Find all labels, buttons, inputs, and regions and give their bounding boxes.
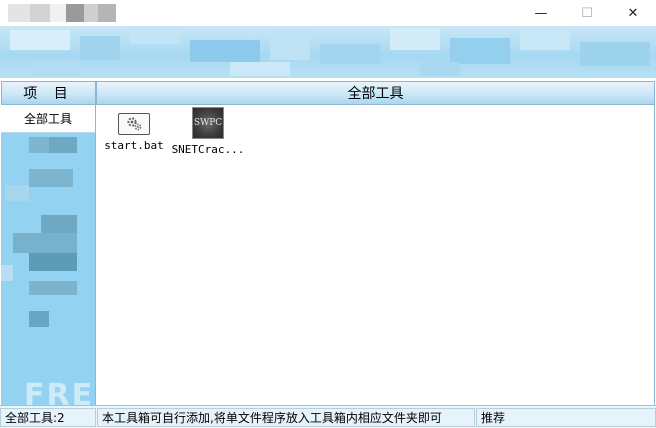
- tool-label: SNETCrac...: [171, 143, 245, 156]
- maximize-button[interactable]: ☐: [564, 0, 610, 26]
- app-window: — ☐ ✕ 项 目 全部工具 全部工具 start.bat SWPC SNETC…: [0, 0, 656, 428]
- mosaic-block: [29, 253, 77, 271]
- swpc-app-icon: SWPC: [192, 107, 224, 139]
- title-bar: — ☐ ✕: [0, 0, 656, 26]
- mosaic-block: [41, 215, 77, 233]
- mosaic-block: [29, 137, 49, 153]
- status-tool-count: 全部工具:2: [0, 408, 96, 427]
- mosaic-block: [29, 169, 73, 187]
- tools-header: 全部工具: [96, 81, 655, 105]
- tool-start-bat[interactable]: start.bat: [96, 107, 172, 152]
- banner-image: [0, 26, 656, 80]
- category-header: 项 目: [1, 81, 96, 105]
- tool-label: start.bat: [104, 139, 164, 152]
- mosaic-block: [29, 281, 77, 295]
- mosaic-block: [29, 311, 49, 327]
- minimize-button[interactable]: —: [518, 0, 564, 26]
- mosaic-block: [5, 185, 29, 201]
- gear-file-icon: [118, 113, 150, 135]
- mosaic-block: [49, 137, 77, 153]
- tools-panel[interactable]: start.bat SWPC SNETCrac...: [96, 105, 655, 405]
- blurred-title: [8, 4, 138, 22]
- close-button[interactable]: ✕: [610, 0, 656, 26]
- status-hint: 本工具箱可自行添加,将单文件程序放入工具箱内相应文件夹即可: [97, 408, 475, 427]
- tool-snetcrac[interactable]: SWPC SNETCrac...: [170, 107, 246, 156]
- category-list[interactable]: 全部工具: [1, 105, 96, 405]
- mosaic-block: [1, 265, 13, 281]
- sidebar-item-all-tools[interactable]: 全部工具: [1, 105, 95, 133]
- status-bar: 全部工具:2 本工具箱可自行添加,将单文件程序放入工具箱内相应文件夹即可 推荐: [0, 405, 656, 428]
- status-recommend[interactable]: 推荐: [476, 408, 656, 427]
- mosaic-block: [13, 233, 77, 253]
